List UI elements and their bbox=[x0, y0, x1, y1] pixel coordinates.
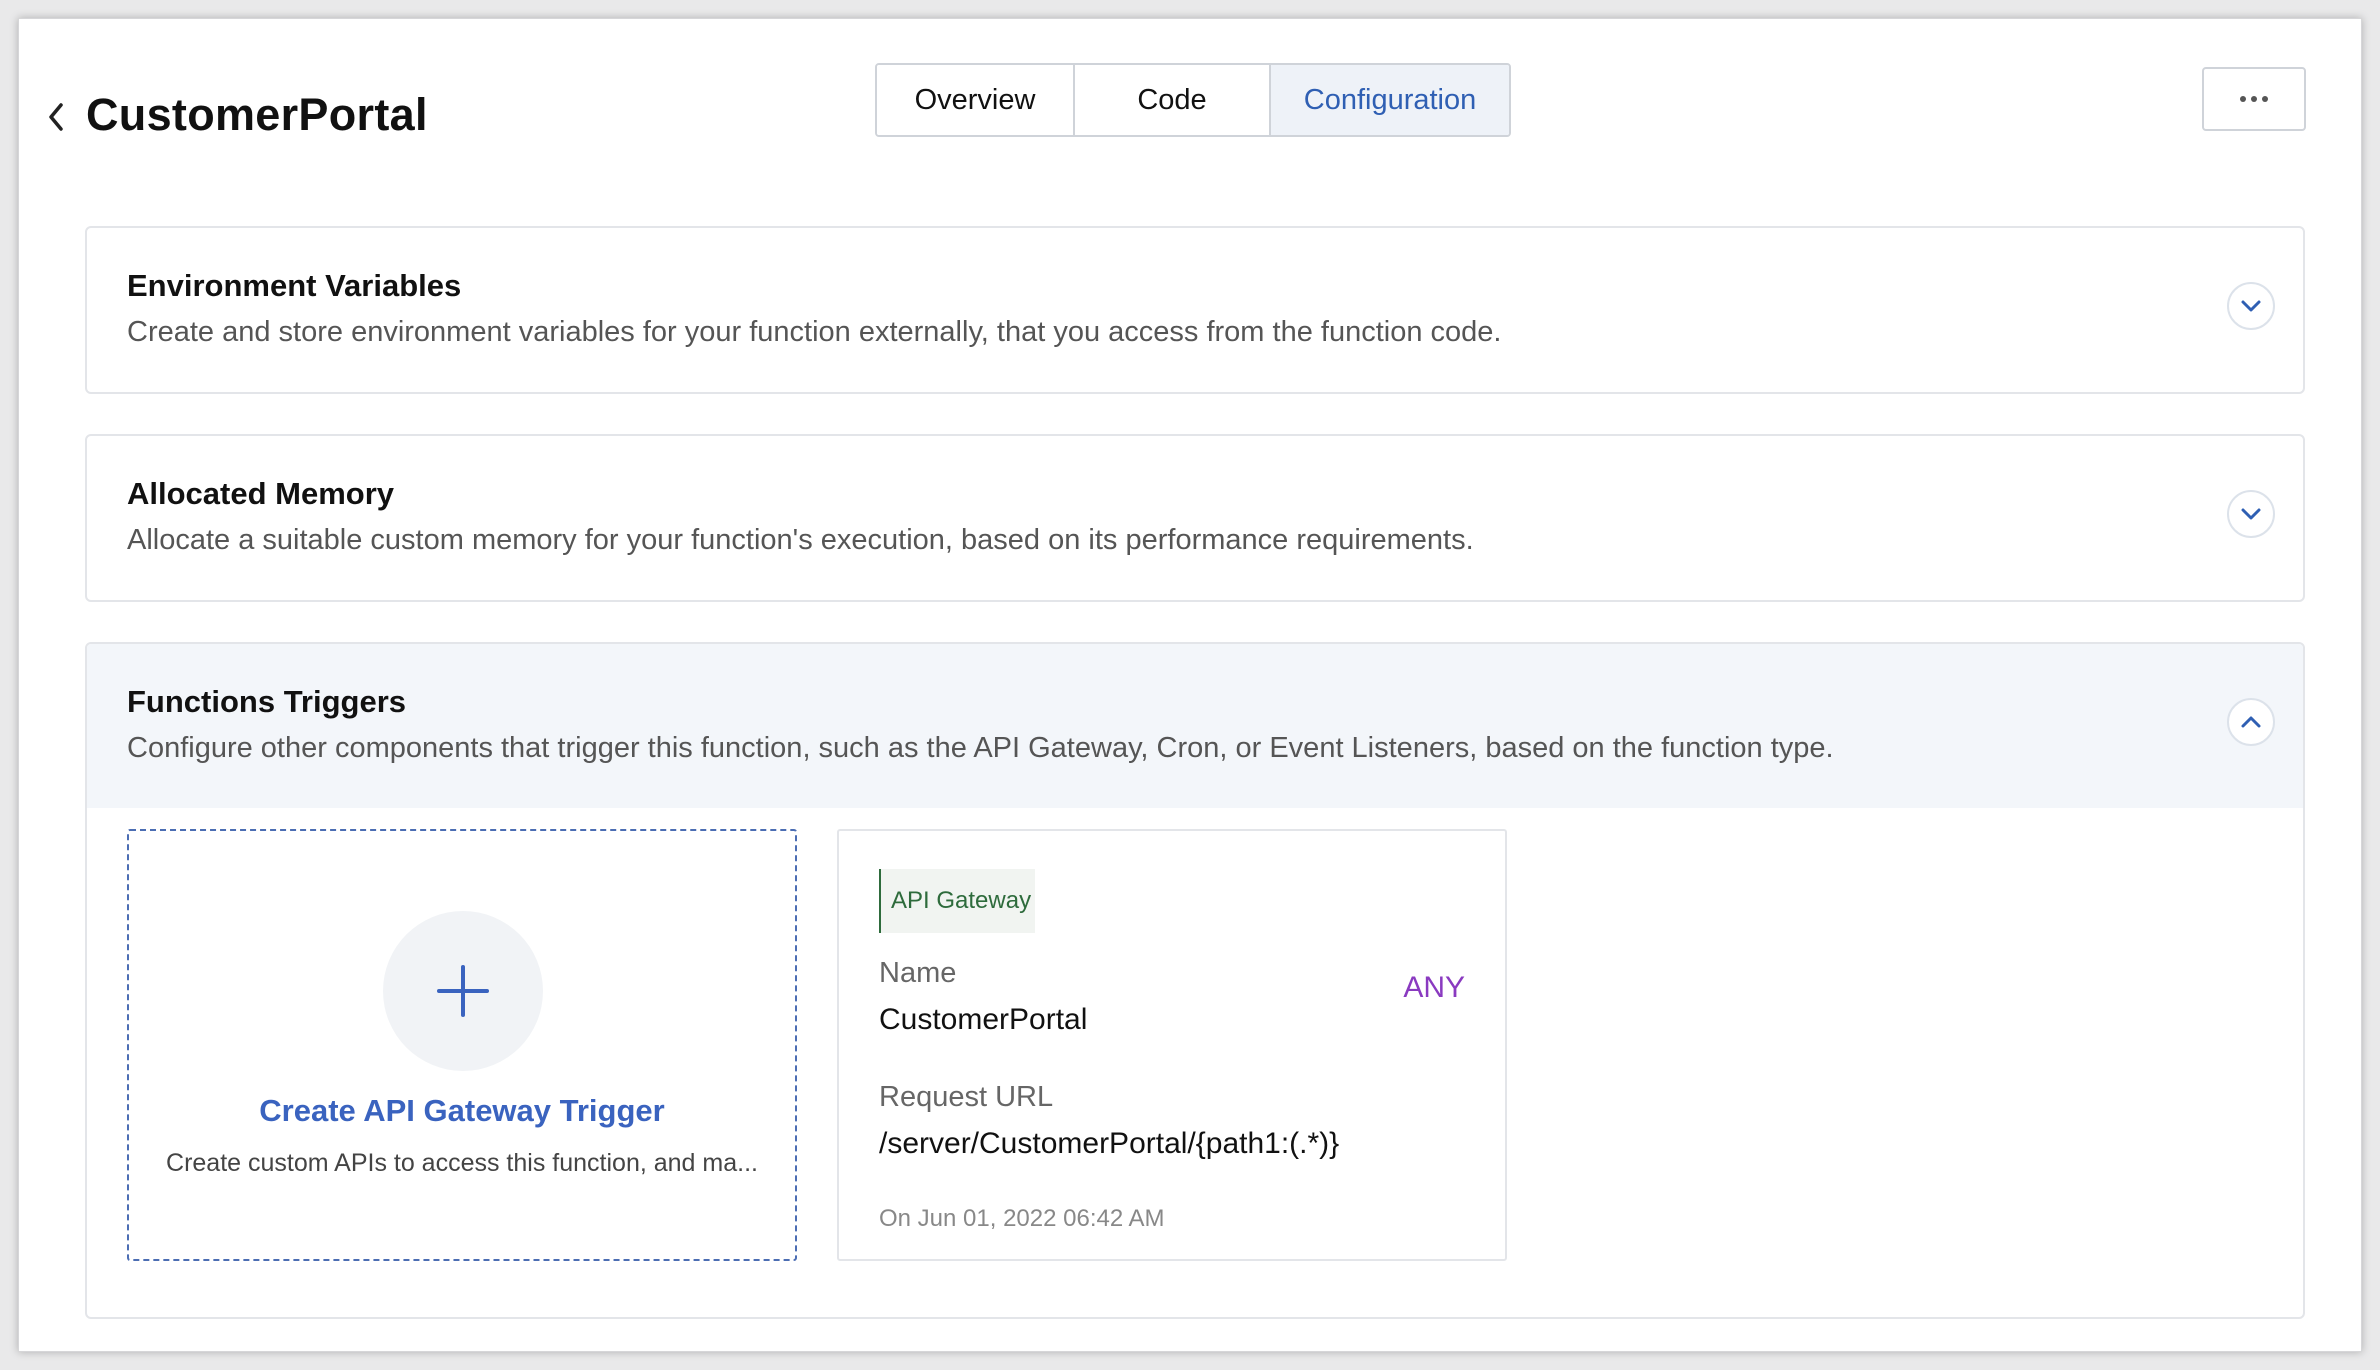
section-description: Configure other components that trigger … bbox=[127, 732, 1834, 764]
back-button[interactable] bbox=[41, 97, 71, 137]
tab-code[interactable]: Code bbox=[1073, 65, 1269, 135]
section-header[interactable]: Functions Triggers Configure other compo… bbox=[87, 644, 2303, 808]
section-allocated-memory: Allocated Memory Allocate a suitable cus… bbox=[85, 434, 2305, 602]
tab-overview[interactable]: Overview bbox=[877, 65, 1073, 135]
more-options-button[interactable] bbox=[2202, 67, 2306, 131]
collapse-toggle[interactable] bbox=[2227, 698, 2275, 746]
name-value: CustomerPortal bbox=[879, 1003, 1088, 1036]
expand-toggle[interactable] bbox=[2227, 282, 2275, 330]
app-window: CustomerPortal Overview Code Configurati… bbox=[18, 18, 2362, 1352]
name-label: Name bbox=[879, 957, 957, 989]
expand-toggle[interactable] bbox=[2227, 490, 2275, 538]
more-dot bbox=[2262, 96, 2268, 102]
tab-configuration[interactable]: Configuration bbox=[1269, 65, 1509, 135]
section-environment-variables: Environment Variables Create and store e… bbox=[85, 226, 2305, 394]
request-url-label: Request URL bbox=[879, 1081, 1054, 1113]
chevron-down-icon bbox=[2241, 508, 2261, 520]
section-title: Allocated Memory bbox=[127, 476, 395, 511]
section-title: Functions Triggers bbox=[127, 684, 407, 719]
section-functions-triggers: Functions Triggers Configure other compo… bbox=[85, 642, 2305, 1319]
section-description: Create and store environment variables f… bbox=[127, 316, 1502, 348]
more-dot bbox=[2240, 96, 2246, 102]
chevron-down-icon bbox=[2241, 300, 2261, 312]
api-gateway-trigger-card[interactable]: API Gateway Name CustomerPortal ANY Requ… bbox=[837, 829, 1507, 1261]
create-trigger-description: Create custom APIs to access this functi… bbox=[166, 1149, 758, 1177]
create-trigger-title[interactable]: Create API Gateway Trigger bbox=[129, 1093, 795, 1129]
http-method-badge: ANY bbox=[1403, 971, 1465, 1004]
created-timestamp: On Jun 01, 2022 06:42 AM bbox=[879, 1205, 1165, 1232]
request-url-value: /server/CustomerPortal/{path1:(.*)} bbox=[879, 1127, 1340, 1160]
plus-icon bbox=[437, 965, 489, 1017]
create-api-gateway-trigger-card[interactable]: Create API Gateway Trigger Create custom… bbox=[127, 829, 797, 1261]
add-trigger-button[interactable] bbox=[383, 911, 543, 1071]
more-dot bbox=[2251, 96, 2257, 102]
tab-bar: Overview Code Configuration bbox=[875, 63, 1511, 137]
section-description: Allocate a suitable custom memory for yo… bbox=[127, 524, 1474, 556]
section-header[interactable]: Environment Variables Create and store e… bbox=[87, 228, 2303, 392]
trigger-type-badge: API Gateway bbox=[879, 869, 1035, 933]
chevron-left-icon bbox=[49, 103, 63, 131]
page-title: CustomerPortal bbox=[86, 89, 428, 140]
section-title: Environment Variables bbox=[127, 268, 462, 303]
chevron-up-icon bbox=[2241, 716, 2261, 728]
section-header[interactable]: Allocated Memory Allocate a suitable cus… bbox=[87, 436, 2303, 600]
